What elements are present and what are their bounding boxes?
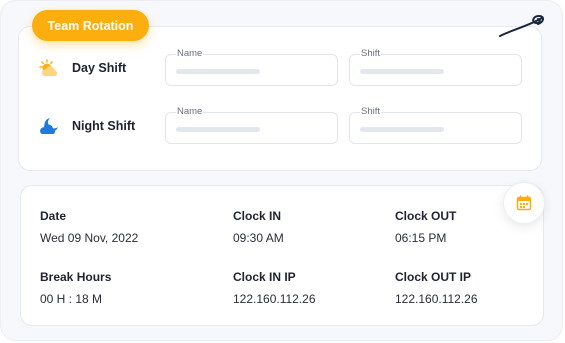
date-value: Wed 09 Nov, 2022 (40, 231, 139, 245)
day-shift-name-label: Name (176, 48, 204, 59)
night-shift-label: Night Shift (72, 119, 136, 133)
shift-assignment-card (18, 26, 542, 171)
date-label: Date (40, 209, 67, 223)
clock-in-ip-label: Clock IN IP (233, 270, 296, 284)
clock-out-value: 06:15 PM (395, 231, 447, 245)
day-shift-name-field[interactable]: Name (165, 48, 338, 86)
day-shift-shift-field[interactable]: Shift (349, 48, 522, 86)
day-shift-shift-placeholder-bar (360, 69, 444, 74)
calendar-button[interactable] (503, 182, 545, 224)
clock-in-ip-value: 122.160.112.26 (233, 292, 316, 306)
night-shift-name-label: Name (176, 106, 204, 117)
swirl-logo-icon (499, 14, 544, 37)
clock-out-ip-value: 122.160.112.26 (395, 292, 478, 306)
day-shift-name-placeholder-bar (176, 69, 260, 74)
clock-in-label: Clock IN (233, 209, 282, 223)
break-hours-label: Break Hours (40, 270, 112, 284)
clock-out-label: Clock OUT (395, 209, 457, 223)
night-shift-name-field[interactable]: Name (165, 106, 338, 144)
night-shift-shift-field[interactable]: Shift (349, 106, 522, 144)
clock-out-ip-label: Clock OUT IP (395, 270, 472, 284)
clock-in-value: 09:30 AM (233, 231, 284, 245)
night-shift-shift-label: Shift (360, 106, 382, 117)
day-shift-label: Day Shift (72, 61, 127, 75)
night-shift-name-placeholder-bar (176, 127, 260, 132)
night-shift-shift-placeholder-bar (360, 127, 444, 132)
sun-cloud-icon (39, 59, 58, 76)
moon-cloud-icon (40, 118, 58, 134)
break-hours-value: 00 H : 18 M (40, 292, 103, 306)
calendar-icon (516, 195, 532, 211)
day-shift-shift-label: Shift (360, 48, 382, 59)
team-rotation-badge[interactable]: Team Rotation (32, 10, 149, 41)
